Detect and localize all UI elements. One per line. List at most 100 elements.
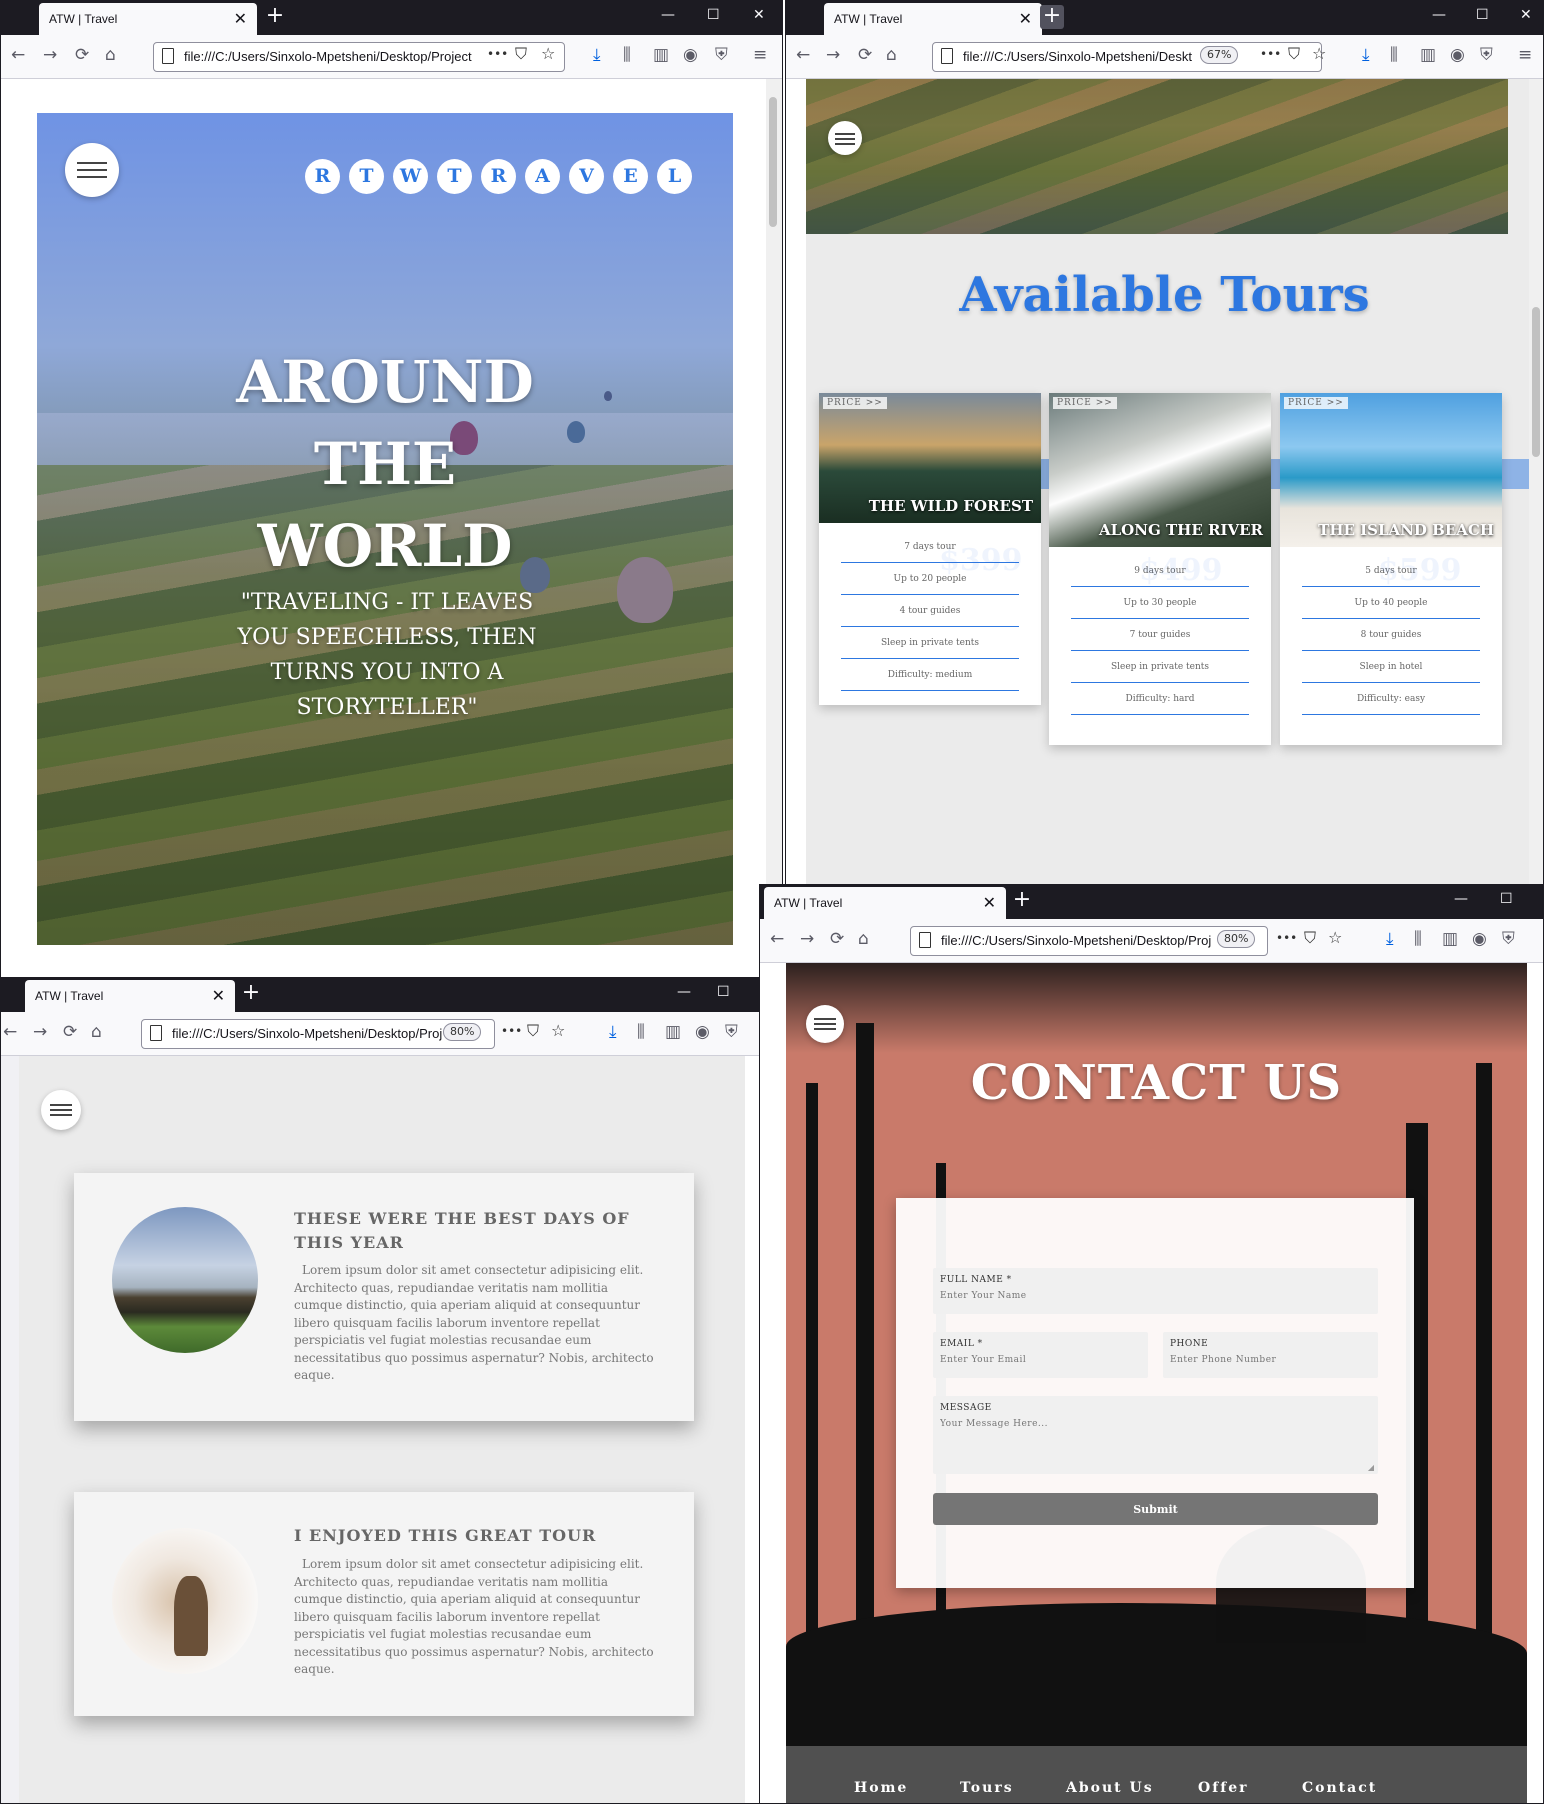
- downloads-icon[interactable]: ⤓: [609, 1022, 617, 1042]
- sidebar-icon[interactable]: ▥: [1420, 45, 1436, 65]
- bookmark-star-icon[interactable]: ☆: [1312, 44, 1326, 63]
- message-field[interactable]: MESSAGE ◢: [933, 1396, 1378, 1474]
- account-icon[interactable]: ◉: [1472, 929, 1487, 949]
- more-actions-icon[interactable]: •••: [501, 1024, 522, 1038]
- home-icon[interactable]: ⌂: [858, 929, 869, 949]
- resize-handle-icon[interactable]: ◢: [1368, 1463, 1374, 1472]
- sidebar-icon[interactable]: ▥: [665, 1022, 681, 1042]
- forward-icon[interactable]: →: [33, 1022, 47, 1042]
- pocket-icon[interactable]: ⛉: [515, 44, 527, 64]
- tour-card[interactable]: PRICE >> ALONG THE RIVER $499 9 days tou…: [1049, 393, 1271, 745]
- close-window-icon[interactable]: ✕: [1520, 7, 1532, 23]
- library-icon[interactable]: ⫼: [623, 45, 631, 65]
- message-input[interactable]: [940, 1419, 1341, 1429]
- account-icon[interactable]: ◉: [1450, 45, 1465, 65]
- tour-card[interactable]: PRICE >> THE WILD FOREST $399 7 days tou…: [819, 393, 1041, 705]
- close-window-icon[interactable]: ✕: [753, 7, 765, 23]
- reload-icon[interactable]: ⟳: [63, 1022, 77, 1042]
- bookmark-star-icon[interactable]: ☆: [541, 44, 555, 63]
- new-tab-button[interactable]: +: [239, 982, 263, 1006]
- hamburger-menu-button[interactable]: [806, 1005, 844, 1043]
- library-icon[interactable]: ⫼: [637, 1022, 645, 1042]
- minimize-icon[interactable]: —: [1432, 7, 1446, 23]
- close-tab-icon[interactable]: ✕: [1019, 9, 1032, 29]
- home-icon[interactable]: ⌂: [886, 45, 897, 65]
- close-tab-icon[interactable]: ✕: [234, 9, 247, 29]
- downloads-icon[interactable]: ⤓: [1362, 45, 1370, 65]
- browser-tab[interactable]: ATW | Travel ✕: [764, 887, 1006, 919]
- back-icon[interactable]: ←: [11, 45, 25, 65]
- library-icon[interactable]: ⫼: [1390, 45, 1398, 65]
- home-icon[interactable]: ⌂: [105, 45, 116, 65]
- submit-button[interactable]: Submit: [933, 1493, 1378, 1525]
- footer-link-about[interactable]: About Us: [1066, 1780, 1154, 1796]
- hamburger-menu-button[interactable]: [828, 121, 862, 155]
- scrollbar-thumb[interactable]: [1532, 307, 1540, 457]
- sidebar-icon[interactable]: ▥: [1442, 929, 1458, 949]
- price-tag[interactable]: PRICE >>: [1284, 397, 1348, 409]
- browser-tab[interactable]: ATW | Travel ✕: [824, 3, 1042, 35]
- email-field[interactable]: EMAIL *: [933, 1332, 1148, 1378]
- home-icon[interactable]: ⌂: [91, 1022, 102, 1042]
- pocket-icon[interactable]: ⛉: [527, 1021, 539, 1041]
- footer-link-offer[interactable]: Offer: [1198, 1780, 1249, 1796]
- bookmark-star-icon[interactable]: ☆: [1328, 928, 1342, 947]
- forward-icon[interactable]: →: [826, 45, 840, 65]
- bookmark-star-icon[interactable]: ☆: [551, 1021, 565, 1040]
- scrollbar[interactable]: [766, 79, 782, 977]
- email-input[interactable]: [940, 1355, 1134, 1365]
- full-name-input[interactable]: [940, 1291, 1341, 1301]
- shield-icon[interactable]: ⛨: [1502, 929, 1515, 949]
- maximize-icon[interactable]: ☐: [707, 7, 720, 23]
- zoom-level-badge[interactable]: 80%: [1217, 930, 1256, 948]
- url-bar[interactable]: file:///C:/Users/Sinxolo-Mpetsheni/Deskt…: [141, 1019, 495, 1049]
- downloads-icon[interactable]: ⤓: [1386, 929, 1394, 949]
- maximize-icon[interactable]: ☐: [1500, 891, 1513, 907]
- forward-icon[interactable]: →: [800, 929, 814, 949]
- new-tab-button[interactable]: +: [1040, 5, 1064, 29]
- footer-link-tours[interactable]: Tours: [960, 1780, 1014, 1796]
- footer-link-home[interactable]: Home: [854, 1780, 908, 1796]
- reload-icon[interactable]: ⟳: [75, 45, 89, 65]
- new-tab-button[interactable]: +: [1010, 889, 1034, 913]
- library-icon[interactable]: ⫼: [1414, 929, 1422, 949]
- minimize-icon[interactable]: —: [677, 984, 691, 1000]
- minimize-icon[interactable]: —: [661, 7, 675, 23]
- shield-icon[interactable]: ⛨: [715, 45, 728, 65]
- more-actions-icon[interactable]: •••: [487, 47, 508, 61]
- browser-tab[interactable]: ATW | Travel ✕: [39, 3, 257, 35]
- full-name-field[interactable]: FULL NAME *: [933, 1268, 1378, 1314]
- scrollbar-thumb[interactable]: [769, 97, 777, 227]
- back-icon[interactable]: ←: [796, 45, 810, 65]
- sidebar-icon[interactable]: ▥: [653, 45, 669, 65]
- close-tab-icon[interactable]: ✕: [212, 986, 225, 1006]
- scrollbar[interactable]: [1529, 79, 1543, 885]
- account-icon[interactable]: ◉: [683, 45, 698, 65]
- price-tag[interactable]: PRICE >>: [1053, 397, 1117, 409]
- reload-icon[interactable]: ⟳: [858, 45, 872, 65]
- more-actions-icon[interactable]: •••: [1260, 47, 1281, 61]
- downloads-icon[interactable]: ⤓: [593, 45, 601, 65]
- more-actions-icon[interactable]: •••: [1276, 931, 1297, 945]
- hamburger-menu-button[interactable]: [65, 143, 119, 197]
- price-tag[interactable]: PRICE >>: [823, 397, 887, 409]
- phone-input[interactable]: [1170, 1355, 1364, 1365]
- pocket-icon[interactable]: ⛉: [1288, 44, 1300, 64]
- menu-icon[interactable]: ≡: [753, 45, 767, 65]
- close-tab-icon[interactable]: ✕: [983, 893, 996, 913]
- reload-icon[interactable]: ⟳: [830, 929, 844, 949]
- menu-icon[interactable]: ≡: [1518, 45, 1532, 65]
- shield-icon[interactable]: ⛨: [725, 1022, 738, 1042]
- new-tab-button[interactable]: +: [263, 5, 287, 29]
- footer-link-contact[interactable]: Contact: [1302, 1780, 1377, 1796]
- minimize-icon[interactable]: —: [1454, 891, 1468, 907]
- zoom-level-badge[interactable]: 67%: [1200, 46, 1239, 64]
- url-bar[interactable]: file:///C:/Users/Sinxolo-Mpetsheni/Deskt…: [910, 926, 1268, 956]
- pocket-icon[interactable]: ⛉: [1304, 928, 1316, 948]
- tour-card[interactable]: PRICE >> THE ISLAND BEACH $599 5 days to…: [1280, 393, 1502, 745]
- back-icon[interactable]: ←: [3, 1022, 17, 1042]
- maximize-icon[interactable]: ☐: [1476, 7, 1489, 23]
- hamburger-menu-button[interactable]: [41, 1090, 81, 1130]
- maximize-icon[interactable]: ☐: [717, 984, 730, 1000]
- forward-icon[interactable]: →: [43, 45, 57, 65]
